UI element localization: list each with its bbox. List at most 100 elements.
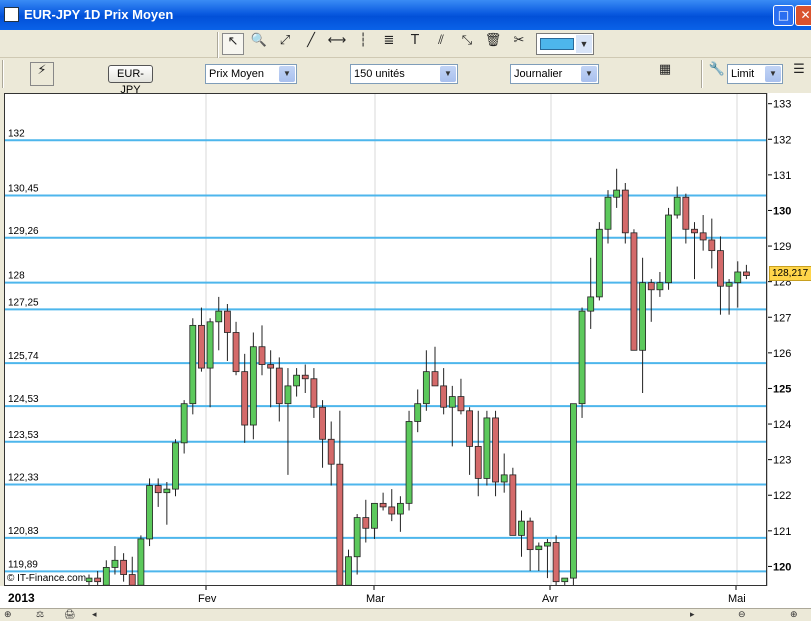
order-type-value: Limit [731, 68, 755, 80]
order-book-icon[interactable]: ☰ [788, 62, 810, 84]
candle [137, 535, 145, 585]
pair-button[interactable]: EUR-JPY [108, 65, 153, 96]
chevron-down-icon[interactable]: ▼ [581, 66, 597, 82]
candle [665, 207, 672, 290]
parallel-channel-icon[interactable]: ⫽ [430, 33, 452, 55]
candle [691, 222, 698, 280]
candle-body-up [725, 282, 733, 287]
candle [327, 421, 335, 486]
indicator-icon[interactable]: ⚡ [30, 62, 54, 86]
units-select[interactable]: 150 unités ▼ [350, 64, 458, 84]
candle-body-down [301, 374, 309, 380]
level-label: 130,45 [8, 183, 39, 194]
candle-body-up [518, 520, 525, 536]
zoom-in-icon[interactable]: ⊕ [790, 609, 798, 621]
line-segment-icon[interactable]: ⤢ [274, 33, 296, 55]
price-axis-ticks: 1331321311301291281271261251241231221211… [768, 99, 791, 573]
axis-tick-label: 129 [773, 241, 791, 253]
candle-body-down [388, 506, 396, 515]
time-axis[interactable]: 2013 Fev Mar Avr Mai [0, 586, 811, 608]
time-axis-label: Mai [728, 593, 746, 605]
close-button[interactable]: ✕ [795, 5, 811, 26]
line-color-picker[interactable]: ▼ [536, 33, 594, 55]
candle-body-down [647, 282, 655, 291]
axis-tick-label: 126 [773, 348, 791, 360]
candle-body-down [691, 228, 698, 234]
candle [682, 193, 690, 244]
candle [717, 236, 724, 315]
candle [414, 389, 422, 433]
period-select[interactable]: Journalier ▼ [510, 64, 599, 84]
candle [578, 307, 586, 418]
level-label: 125,74 [8, 351, 39, 362]
candle [621, 182, 629, 244]
chevron-down-icon[interactable]: ▼ [765, 66, 781, 82]
candle [708, 218, 716, 269]
zoom-icon[interactable]: 🔍 [248, 33, 270, 55]
pointer-icon[interactable]: ↖ [222, 33, 244, 55]
candle-body-up [587, 296, 595, 312]
candle [301, 364, 309, 394]
trash-icon[interactable]: 🗑 [482, 33, 504, 55]
zoom-out-icon[interactable]: ⊖ [738, 609, 746, 621]
candle-body-up [500, 474, 508, 483]
zoom-icon[interactable]: ⊕ [4, 609, 12, 621]
candle [319, 400, 326, 468]
level-label: 123,53 [8, 430, 39, 441]
candle [647, 279, 655, 322]
left-arrow-icon[interactable]: ◂ [92, 609, 97, 621]
time-axis-label: 2013 [8, 591, 35, 605]
candle [249, 332, 257, 440]
axis-tick-label: 122 [773, 490, 791, 502]
trendline-icon[interactable]: ╱ [300, 33, 322, 55]
print-icon[interactable]: 🖨 [64, 609, 75, 621]
candle [500, 453, 508, 493]
wrench-icon[interactable]: 🔧 [706, 62, 728, 84]
tools-icon[interactable]: ✂ [508, 33, 530, 55]
candle-body-down [621, 189, 629, 234]
candle-body-up [345, 556, 352, 585]
candle-body-up [613, 189, 621, 198]
level-label: 122,33 [8, 472, 39, 483]
axis-tick-label: 124 [773, 419, 791, 431]
candlestick-chart[interactable]: 132 130,45 129,26 128 127,25 125,74 124,53 123,… [5, 94, 767, 586]
candle [94, 570, 102, 585]
candle-body-up [535, 545, 543, 551]
chevron-down-icon[interactable]: ▼ [279, 66, 295, 82]
candle [180, 400, 188, 454]
right-arrow-icon[interactable]: ▸ [690, 609, 695, 621]
candle [146, 478, 153, 547]
candle-body-up [206, 321, 214, 369]
candle-body-down [526, 520, 534, 551]
candle-body-up [734, 271, 742, 284]
candle-body-up [137, 538, 145, 585]
candle [656, 271, 664, 297]
text-tool-icon[interactable]: T [404, 33, 426, 55]
candle [422, 350, 430, 411]
price-type-select[interactable]: Prix Moyen ▼ [205, 64, 297, 84]
candle-body-up [570, 403, 577, 579]
maximize-button[interactable]: □ [773, 5, 794, 26]
vertical-line-icon[interactable]: ┆ [352, 33, 374, 55]
candle [561, 577, 569, 585]
candle-body-down [440, 385, 448, 408]
candle [215, 296, 223, 351]
order-type-select[interactable]: Limit ▼ [727, 64, 783, 84]
candle [241, 353, 249, 443]
chart-settings-icon[interactable]: ▦ [654, 62, 676, 84]
candle-body-up [665, 214, 672, 284]
candle-body-down [336, 463, 344, 585]
toolbar-separator [2, 60, 4, 88]
status-bar: ⊕ ⚖ 🖨 ◂ ▸ ⊖ ⊕ [0, 608, 811, 621]
expand-line-icon[interactable]: ⤡ [456, 33, 478, 55]
chevron-down-icon[interactable]: ▼ [440, 66, 456, 82]
chart-area[interactable]: 132 130,45 129,26 128 127,25 125,74 124,53 123,… [4, 93, 767, 586]
price-axis[interactable]: 133 132 131 130 129 128 127 126 125 124 123 122 121 1… [767, 93, 811, 586]
fibonacci-icon[interactable]: ≣ [378, 33, 400, 55]
scale-icon[interactable]: ⚖ [36, 609, 44, 621]
candle-body-up [595, 228, 603, 298]
horizontal-line-icon[interactable]: ⟷ [326, 33, 348, 55]
chevron-down-icon[interactable]: ▼ [576, 35, 592, 53]
axis-tick-label: 125 [773, 383, 791, 395]
candle [396, 496, 404, 532]
